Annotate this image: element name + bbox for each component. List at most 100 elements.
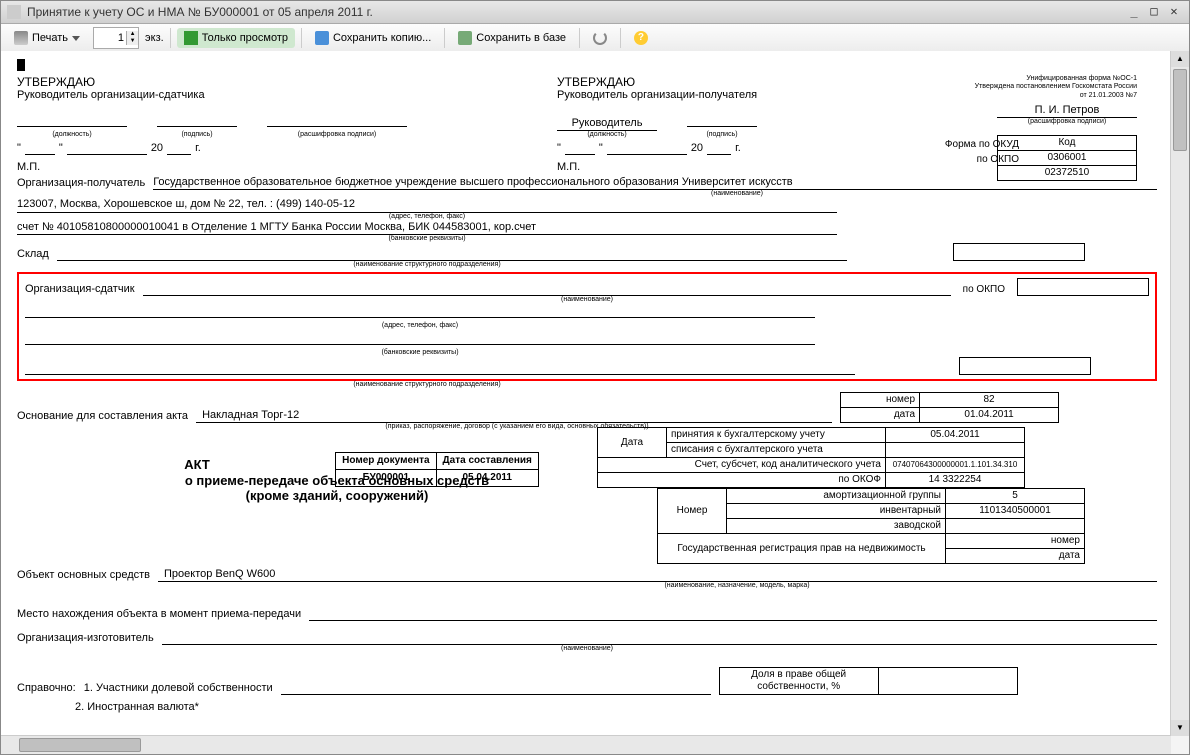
scroll-thumb-v[interactable] <box>1173 69 1187 151</box>
spin-up[interactable]: ▲ <box>126 31 138 38</box>
mp-left: М.П. <box>17 161 557 174</box>
object-label: Объект основных средств <box>17 569 150 582</box>
name-hint-2: (наименование) <box>25 296 1149 304</box>
save-db-button[interactable]: Сохранить в базе <box>451 28 573 48</box>
yp2: 20 <box>691 142 703 155</box>
object-hint: (наименование, назначение, модель, марка… <box>317 582 1157 590</box>
basis-label: Основание для составления акта <box>17 410 188 423</box>
scroll-thumb-h[interactable] <box>19 738 141 752</box>
save-db-label: Сохранить в базе <box>476 32 566 44</box>
close-button[interactable]: ✕ <box>1165 4 1183 20</box>
sign-hint: (подпись) <box>157 131 237 139</box>
warehouse-label: Склад <box>17 248 49 261</box>
approve-title-left: УТВЕРЖДАЮ <box>17 75 557 89</box>
inv-label: инвентарный <box>727 504 946 519</box>
table-icon <box>184 31 198 45</box>
window-title: Принятие к учету ОС и НМА № БУ000001 от … <box>27 5 373 19</box>
signer-name: П. И. Петров <box>997 104 1137 118</box>
horizontal-scrollbar[interactable] <box>1 735 1171 754</box>
reg-label: Государственная регистрация прав на недв… <box>658 534 946 564</box>
sender-dept-code <box>959 357 1091 375</box>
receiver-name: Государственное образовательное бюджетно… <box>153 176 1157 190</box>
sender-block-highlight: Организация-сдатчик по ОКПО (наименовани… <box>17 272 1157 382</box>
sender-label: Организация-сдатчик <box>25 283 135 296</box>
position-hint: (должность) <box>17 131 127 139</box>
q: " <box>17 142 21 155</box>
manufacturer-label: Организация-изготовитель <box>17 632 154 645</box>
copies-spinner[interactable]: ▲▼ <box>93 27 139 49</box>
bank-hint: (банковские реквизиты) <box>17 235 837 243</box>
account-val: 07407064300000001.1.101.34.310 <box>886 458 1025 473</box>
chevron-down-icon <box>72 36 80 41</box>
vertical-scrollbar[interactable]: ▲ ▼ <box>1170 51 1189 736</box>
okud-label: Форма по ОКУД <box>945 139 1019 151</box>
reg-date-label: дата <box>946 549 1085 564</box>
toolbar: Печать ▲▼ экз. Только просмотр Сохранить… <box>1 24 1189 53</box>
act-title: АКТ <box>184 457 210 473</box>
ref-label: Справочно: <box>17 682 76 695</box>
document-viewport[interactable]: УТВЕРЖДАЮ Руководитель организации-сдатч… <box>1 51 1189 736</box>
database-icon <box>458 31 472 45</box>
sh2: (подпись) <box>687 131 757 139</box>
save-copy-button[interactable]: Сохранить копию... <box>308 28 438 48</box>
basis-date-label: дата <box>841 407 920 422</box>
receiver-head-label: Руководитель организации-получателя <box>557 89 877 102</box>
only-view-button[interactable]: Только просмотр <box>177 28 295 48</box>
spin-down[interactable]: ▼ <box>126 38 138 45</box>
form-name: Унифицированная форма №ОС-1 <box>877 75 1137 83</box>
warehouse-code-cell <box>953 243 1085 261</box>
name-hint: (расшифровка подписи) <box>267 131 407 139</box>
receiver-label: Организация-получатель <box>17 177 145 190</box>
sender-head-label: Руководитель организации-сдатчика <box>17 89 557 102</box>
maximize-button[interactable]: □ <box>1145 4 1163 20</box>
help-button[interactable]: ? <box>627 28 655 48</box>
basis-num: 82 <box>920 392 1059 407</box>
refresh-button[interactable] <box>586 28 614 48</box>
address-hint: (адрес, телефон, факс) <box>17 213 837 221</box>
basis-date: 01.04.2011 <box>920 407 1059 422</box>
help-icon: ? <box>634 31 648 45</box>
okpo-label: по ОКПО <box>977 154 1019 166</box>
q3: " <box>557 142 561 155</box>
ys: г. <box>195 142 201 155</box>
accept-val: 05.04.2011 <box>886 428 1025 443</box>
copies-input[interactable] <box>94 32 126 44</box>
mp-right: М.П. <box>557 161 877 174</box>
titlebar: Принятие к учету ОС и НМА № БУ000001 от … <box>1 1 1189 24</box>
form-approved: Утверждена постановлением Госкомстата Ро… <box>877 83 1137 91</box>
yp: 20 <box>151 142 163 155</box>
writeoff-label: списания с бухгалтерского учета <box>667 443 886 458</box>
dept-hint-1: (наименование структурного подразделения… <box>17 261 837 269</box>
share-label: Доля в праве общей собственности, % <box>719 668 878 695</box>
object-name: Проектор BenQ W600 <box>158 568 1157 582</box>
ref-item2: 2. Иностранная валюта* <box>75 701 199 714</box>
bank: счет № 40105810800000010041 в Отделение … <box>17 221 837 235</box>
director: Руководитель <box>557 117 657 131</box>
q2: " <box>59 142 63 155</box>
approve-title-right: УТВЕРЖДАЮ <box>557 75 877 89</box>
dept-hint-2: (наименование структурного подразделения… <box>17 381 837 389</box>
print-label: Печать <box>32 32 68 44</box>
reg-num-label: номер <box>946 534 1085 549</box>
refresh-icon <box>593 31 607 45</box>
only-view-label: Только просмотр <box>202 32 288 44</box>
act-sub2: (кроме зданий, сооружений) <box>246 488 429 504</box>
factory-label: заводской <box>727 519 946 534</box>
accept-label: принятия к бухгалтерскому учету <box>667 428 886 443</box>
number-label: Номер <box>658 489 727 534</box>
scroll-down-arrow[interactable]: ▼ <box>1171 720 1189 736</box>
cursor-mark <box>17 59 25 71</box>
print-button[interactable]: Печать <box>7 28 87 48</box>
basis-num-label: номер <box>841 392 920 407</box>
okpo-label-2: по ОКПО <box>963 284 1005 296</box>
okof-val: 14 3322254 <box>886 473 1025 488</box>
q4: " <box>599 142 603 155</box>
act-sub1: о приеме-передаче объекта основных средс… <box>185 473 489 489</box>
minimize-button[interactable]: _ <box>1125 4 1143 20</box>
address-hint-2: (адрес, телефон, факс) <box>25 322 815 330</box>
amort-label: амортизационной группы <box>727 489 946 504</box>
signer-hint: (расшифровка подписи) <box>997 118 1137 126</box>
save-copy-label: Сохранить копию... <box>333 32 431 44</box>
scroll-up-arrow[interactable]: ▲ <box>1171 51 1189 67</box>
amort-val: 5 <box>946 489 1085 504</box>
